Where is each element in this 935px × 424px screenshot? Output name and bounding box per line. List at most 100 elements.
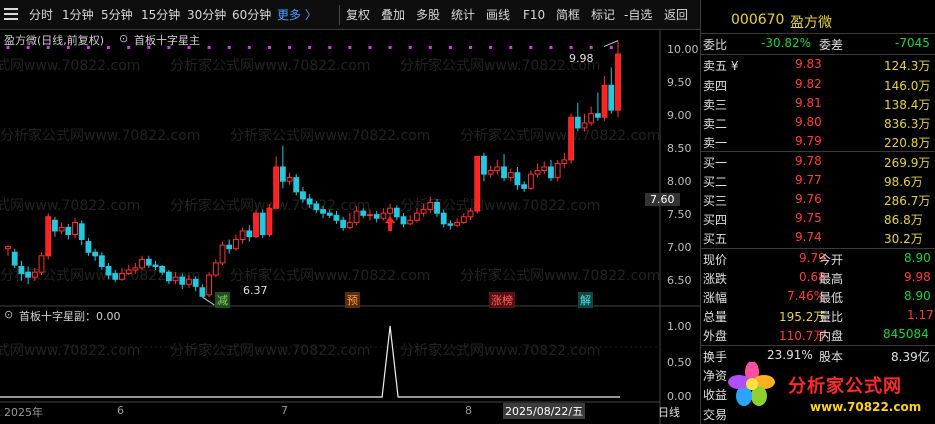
tab-fenshi[interactable]: 分时 (29, 6, 53, 24)
weibi-value: -30.82% (761, 36, 812, 50)
overlay-button[interactable]: 叠加 (381, 6, 405, 24)
chart-area[interactable]: 分析家公式网www.70822.com 分析家公式网www.70822.com 分析… (0, 30, 700, 424)
stock-name: 盈方微 (790, 15, 832, 31)
candle-body (460, 216, 467, 223)
candle-body (239, 230, 246, 240)
ask-price[interactable]: 9.82 (795, 77, 822, 91)
more-periods-button[interactable]: 更多 〉 (277, 6, 317, 24)
bid-volume: 98.6万 (884, 175, 923, 189)
candle-body (65, 226, 72, 235)
candle-body (279, 166, 286, 182)
top-marker (227, 46, 231, 49)
sub-indicator-name[interactable]: 首板十字星副：0.00 (19, 308, 121, 324)
indicator-toggle-icon[interactable]: ⊙ (119, 32, 128, 45)
simple-frame-button[interactable]: 简框 (556, 6, 580, 24)
main-indicator-name[interactable]: 首板十字星主 (134, 32, 200, 48)
signal-forecast-badge: 预 (345, 292, 360, 308)
earnings-label: 收益 (703, 388, 728, 402)
candle-body (568, 116, 574, 161)
top-marker (308, 46, 312, 49)
top-marker (348, 46, 352, 49)
watermark-text: 分析家公式网www.70822.com (230, 267, 430, 284)
candle-body (52, 219, 58, 232)
stat-label: 量比 (819, 310, 844, 324)
top-marker (127, 46, 131, 49)
candle-body (340, 219, 347, 228)
menu-icon[interactable] (4, 8, 18, 20)
ask-price[interactable]: 9.83 (795, 57, 822, 71)
turnover-value: 23.91% (767, 348, 813, 362)
bid-price[interactable]: 9.75 (795, 211, 822, 225)
candle-body (152, 264, 159, 267)
ask-volume: 124.3万 (884, 59, 931, 73)
current-price-tag: 7.60 (645, 193, 680, 206)
candle-body (253, 212, 259, 238)
candle-body (574, 116, 581, 129)
statistics-button[interactable]: 统计 (451, 6, 475, 24)
ask-price[interactable]: 9.81 (795, 96, 822, 110)
sub-y-tick: 0.50 (667, 356, 692, 369)
candle-body (447, 223, 454, 226)
candle-body (165, 271, 172, 282)
top-marker (529, 46, 533, 49)
ask-volume: 836.3万 (884, 117, 931, 131)
bid-price[interactable]: 9.77 (795, 173, 822, 187)
high-pointer (603, 40, 619, 47)
ask-label: 卖一 (703, 136, 728, 150)
y-tick: 7.50 (667, 208, 692, 221)
bid-volume: 286.7万 (884, 194, 931, 208)
candle-body (212, 262, 219, 276)
candle-body (594, 113, 601, 118)
bid-label: 买二 (703, 175, 728, 189)
candle-body (527, 173, 534, 189)
candle-body (219, 244, 226, 264)
watermark-text: 分析家公式网www.70822.com (0, 197, 140, 214)
stat-label: 最低 (819, 291, 844, 305)
watermark-text: 分析家公式网www.70822.com (0, 342, 140, 359)
kline-chart[interactable]: 分析家公式网www.70822.com 分析家公式网www.70822.com 分析… (0, 30, 700, 424)
watermark-text: 分析家公式网www.70822.com (460, 267, 660, 284)
volume-ratio-value: 1.17 (907, 308, 934, 322)
candle-body (333, 214, 340, 221)
weicha-value: -7045 (895, 36, 930, 50)
bid-price[interactable]: 9.76 (795, 192, 822, 206)
signal-top-gainer-badge: 涨榜 (489, 292, 515, 308)
candle-body (58, 226, 65, 232)
watermark-text: 分析家公式网www.70822.com (0, 127, 200, 144)
y-tick: 6.50 (667, 274, 692, 287)
tab-1min[interactable]: 1分钟 (62, 6, 94, 24)
ask-price[interactable]: 9.79 (795, 134, 822, 148)
tab-5min[interactable]: 5分钟 (101, 6, 133, 24)
top-marker (469, 46, 473, 49)
candle-body (11, 251, 18, 266)
tab-15min[interactable]: 15分钟 (141, 6, 180, 24)
draw-line-button[interactable]: 画线 (486, 6, 510, 24)
y-tick: 8.00 (667, 175, 692, 188)
watchlist-button[interactable]: -自选 (624, 6, 652, 24)
turnover-label: 换手 (703, 350, 728, 364)
y-tick: 7.00 (667, 241, 692, 254)
bid-price[interactable]: 9.74 (795, 230, 822, 244)
bid-price[interactable]: 9.78 (795, 154, 822, 168)
back-button[interactable]: 返回 (664, 6, 688, 24)
f10-button[interactable]: F10 (523, 6, 545, 24)
candle-body (259, 212, 266, 235)
multi-stock-button[interactable]: 多股 (416, 6, 440, 24)
weibi-label: 委比 (703, 38, 728, 52)
top-marker (569, 46, 573, 49)
fuquan-button[interactable]: 复权 (346, 6, 370, 24)
candle-body (380, 212, 387, 219)
sub-indicator-toggle-icon[interactable]: ⊙ (4, 308, 13, 321)
tab-30min[interactable]: 30分钟 (187, 6, 226, 24)
mark-button[interactable]: 标记 (591, 6, 615, 24)
top-marker (207, 46, 211, 49)
tab-60min[interactable]: 60分钟 (232, 6, 271, 24)
ask-price[interactable]: 9.80 (795, 115, 822, 129)
candle-body (92, 251, 99, 257)
ask-volume: 138.4万 (884, 98, 931, 112)
candle-body (494, 166, 501, 172)
sub-indicator-line (0, 325, 620, 398)
top-marker (448, 46, 452, 49)
period-label[interactable]: 日线 (658, 404, 680, 420)
sub-y-tick: 0.00 (667, 390, 692, 403)
